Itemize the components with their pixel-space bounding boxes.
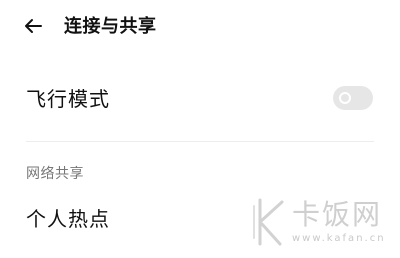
back-button[interactable] [18,14,48,42]
toggle-knob [339,92,351,104]
page-title: 连接与共享 [64,16,157,37]
personal-hotspot-row[interactable]: 个人热点 [0,198,400,240]
airplane-mode-label: 飞行模式 [26,87,110,111]
network-sharing-section-title: 网络共享 [26,166,84,182]
personal-hotspot-label: 个人热点 [26,207,110,231]
arrow-left-icon [23,18,43,38]
airplane-mode-toggle[interactable] [333,86,373,110]
top-bar: 连接与共享 [0,0,400,54]
section-divider [26,141,374,142]
airplane-mode-row[interactable]: 飞行模式 [0,78,400,122]
